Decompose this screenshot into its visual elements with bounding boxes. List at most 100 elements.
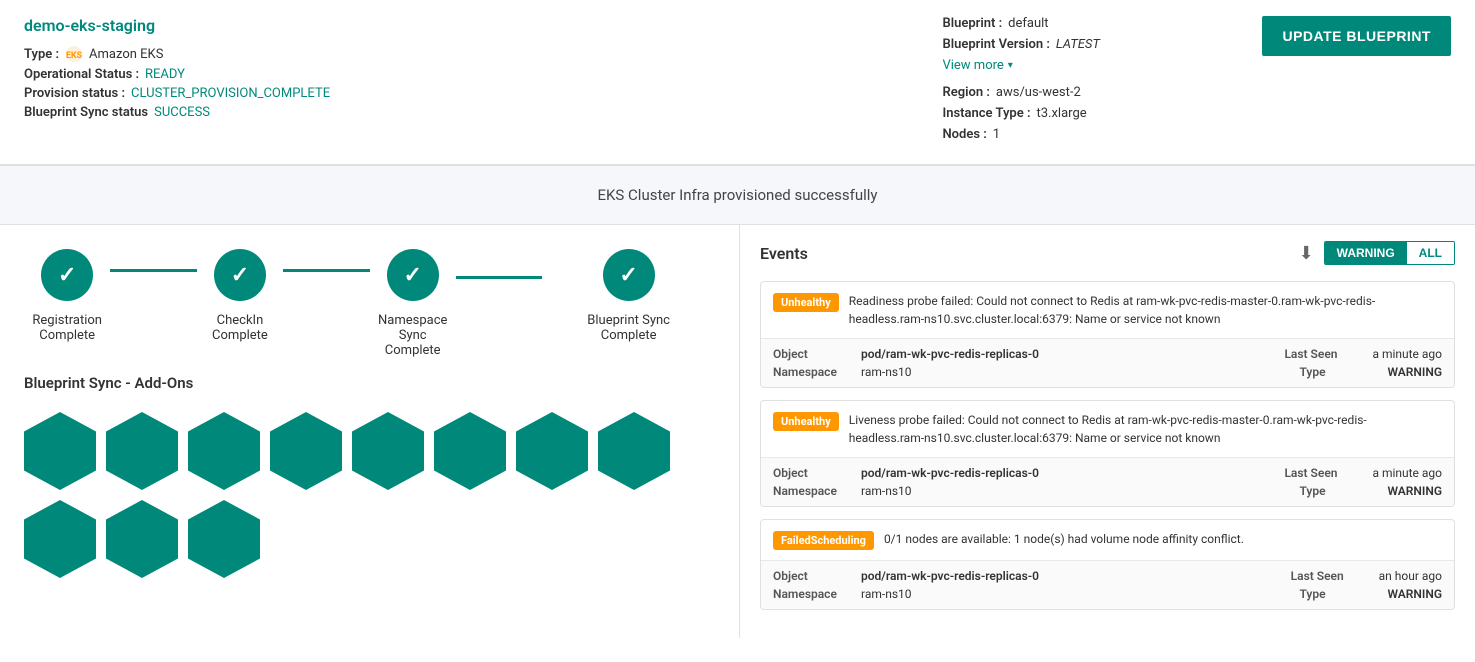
view-more-button[interactable]: View more ▾ bbox=[942, 58, 1222, 73]
last-seen-row: Last Seen an hour ago bbox=[1291, 569, 1442, 583]
type-value: WARNING bbox=[1387, 484, 1442, 498]
addon-hexagon bbox=[188, 500, 260, 578]
operational-value: READY bbox=[145, 67, 185, 82]
blueprint-label: Blueprint : bbox=[942, 16, 1002, 31]
namespace-value: ram-ns10 bbox=[861, 587, 912, 601]
object-value: pod/ram-wk-pvc-redis-replicas-0 bbox=[861, 347, 1039, 361]
update-blueprint-button[interactable]: UPDATE BLUEPRINT bbox=[1262, 16, 1451, 56]
event-message: Readiness probe failed: Could not connec… bbox=[849, 292, 1442, 328]
event-card: Unhealthy Readiness probe failed: Could … bbox=[760, 281, 1455, 388]
instance-type-label: Instance Type : bbox=[942, 106, 1030, 121]
event-detail-left: Object pod/ram-wk-pvc-redis-replicas-0 N… bbox=[773, 347, 1039, 379]
download-icon[interactable]: ⬇ bbox=[1299, 243, 1314, 264]
region-label: Region : bbox=[942, 85, 989, 100]
infra-banner: EKS Cluster Infra provisioned successful… bbox=[0, 165, 1475, 225]
page-header: demo-eks-staging Type : EKS Amazon EKS O… bbox=[0, 0, 1475, 165]
namespace-label: Namespace bbox=[773, 365, 853, 379]
addon-hexagon bbox=[270, 412, 342, 490]
addon-hexagon bbox=[24, 500, 96, 578]
blueprint-version-row: Blueprint Version : LATEST bbox=[942, 37, 1222, 52]
addon-hexagon bbox=[188, 412, 260, 490]
step-item: ✓ CheckIn Complete bbox=[197, 249, 283, 343]
type-row: Type : EKS Amazon EKS bbox=[24, 45, 902, 63]
chevron-down-icon: ▾ bbox=[1008, 60, 1013, 71]
type-value: Amazon EKS bbox=[89, 47, 163, 62]
last-seen-label: Last Seen bbox=[1284, 466, 1364, 480]
step-connector bbox=[283, 269, 369, 272]
step-namespace: ✓ Namespace Sync Complete bbox=[370, 249, 543, 358]
region-value: aws/us-west-2 bbox=[996, 85, 1081, 100]
event-detail-left: Object pod/ram-wk-pvc-redis-replicas-0 N… bbox=[773, 466, 1039, 498]
header-center: Blueprint : default Blueprint Version : … bbox=[902, 16, 1222, 148]
step-label: CheckIn Complete bbox=[197, 313, 283, 343]
addons-section: Blueprint Sync - Add-Ons bbox=[24, 374, 715, 578]
addon-hexagon bbox=[352, 412, 424, 490]
object-label: Object bbox=[773, 347, 853, 361]
filter-warning-button[interactable]: WARNING bbox=[1325, 242, 1407, 264]
namespace-row: Namespace ram-ns10 bbox=[773, 587, 1039, 601]
check-icon: ✓ bbox=[231, 263, 249, 288]
blueprint-version-label: Blueprint Version : bbox=[942, 37, 1049, 52]
type-label: Type bbox=[1299, 365, 1379, 379]
last-seen-label: Last Seen bbox=[1284, 347, 1364, 361]
object-value: pod/ram-wk-pvc-redis-replicas-0 bbox=[861, 569, 1039, 583]
blueprint-sync-row: Blueprint Sync status SUCCESS bbox=[24, 105, 902, 120]
svg-text:EKS: EKS bbox=[66, 51, 83, 61]
header-left: demo-eks-staging Type : EKS Amazon EKS O… bbox=[24, 16, 902, 120]
namespace-label: Namespace bbox=[773, 587, 853, 601]
addon-hexagon bbox=[598, 412, 670, 490]
event-header-row: Unhealthy Readiness probe failed: Could … bbox=[761, 282, 1454, 338]
blueprint-value: default bbox=[1008, 16, 1048, 31]
event-message: 0/1 nodes are available: 1 node(s) had v… bbox=[884, 530, 1244, 548]
type-row: Type WARNING bbox=[1299, 484, 1442, 498]
step-circle: ✓ bbox=[214, 249, 266, 301]
blueprint-version-value: LATEST bbox=[1056, 37, 1100, 52]
event-details: Object pod/ram-wk-pvc-redis-replicas-0 N… bbox=[761, 560, 1454, 609]
events-header: Events ⬇ WARNING ALL bbox=[760, 241, 1455, 265]
namespace-row: Namespace ram-ns10 bbox=[773, 484, 1039, 498]
left-panel: ✓ Registration Complete ✓ CheckIn Comple… bbox=[0, 225, 740, 638]
event-message: Liveness probe failed: Could not connect… bbox=[849, 411, 1442, 447]
type-value: WARNING bbox=[1387, 365, 1442, 379]
provision-row: Provision status : CLUSTER_PROVISION_COM… bbox=[24, 86, 902, 101]
filter-all-button[interactable]: ALL bbox=[1407, 242, 1454, 264]
event-badge: Unhealthy bbox=[773, 412, 839, 431]
nodes-row: Nodes : 1 bbox=[942, 127, 1222, 142]
events-title: Events bbox=[760, 244, 808, 263]
blueprint-sync-label: Blueprint Sync status bbox=[24, 105, 148, 120]
addon-hexagon bbox=[24, 412, 96, 490]
event-detail-right: Last Seen an hour ago Type WARNING bbox=[1291, 569, 1442, 601]
step-item: ✓ Namespace Sync Complete bbox=[370, 249, 456, 358]
namespace-value: ram-ns10 bbox=[861, 365, 912, 379]
step-connector bbox=[110, 269, 196, 272]
object-label: Object bbox=[773, 466, 853, 480]
steps-container: ✓ Registration Complete ✓ CheckIn Comple… bbox=[24, 249, 715, 358]
event-header-row: FailedScheduling 0/1 nodes are available… bbox=[761, 520, 1454, 560]
event-badge: FailedScheduling bbox=[773, 531, 874, 550]
provision-value: CLUSTER_PROVISION_COMPLETE bbox=[131, 86, 330, 101]
type-value: WARNING bbox=[1387, 587, 1442, 601]
addon-hexagon bbox=[106, 412, 178, 490]
provision-label: Provision status : bbox=[24, 86, 125, 101]
events-panel: Events ⬇ WARNING ALL Unhealthy Readiness… bbox=[740, 225, 1475, 638]
eks-icon: EKS bbox=[65, 45, 83, 63]
cluster-name: demo-eks-staging bbox=[24, 16, 902, 35]
event-header-row: Unhealthy Liveness probe failed: Could n… bbox=[761, 401, 1454, 457]
type-label: Type : bbox=[24, 47, 59, 62]
addon-hexagon bbox=[106, 500, 178, 578]
blueprint-sync-value: SUCCESS bbox=[154, 105, 210, 120]
step-registration: ✓ Registration Complete bbox=[24, 249, 197, 343]
type-label: Type bbox=[1299, 587, 1379, 601]
events-list: Unhealthy Readiness probe failed: Could … bbox=[760, 281, 1455, 610]
operational-label: Operational Status : bbox=[24, 67, 139, 82]
event-details: Object pod/ram-wk-pvc-redis-replicas-0 N… bbox=[761, 457, 1454, 506]
object-row: Object pod/ram-wk-pvc-redis-replicas-0 bbox=[773, 347, 1039, 361]
namespace-label: Namespace bbox=[773, 484, 853, 498]
event-detail-right: Last Seen a minute ago Type WARNING bbox=[1284, 347, 1442, 379]
banner-text: EKS Cluster Infra provisioned successful… bbox=[597, 186, 877, 204]
last-seen-row: Last Seen a minute ago bbox=[1284, 466, 1442, 480]
last-seen-value: an hour ago bbox=[1379, 569, 1442, 583]
step-connector bbox=[456, 276, 542, 279]
blueprint-row: Blueprint : default bbox=[942, 16, 1222, 31]
namespace-value: ram-ns10 bbox=[861, 484, 912, 498]
